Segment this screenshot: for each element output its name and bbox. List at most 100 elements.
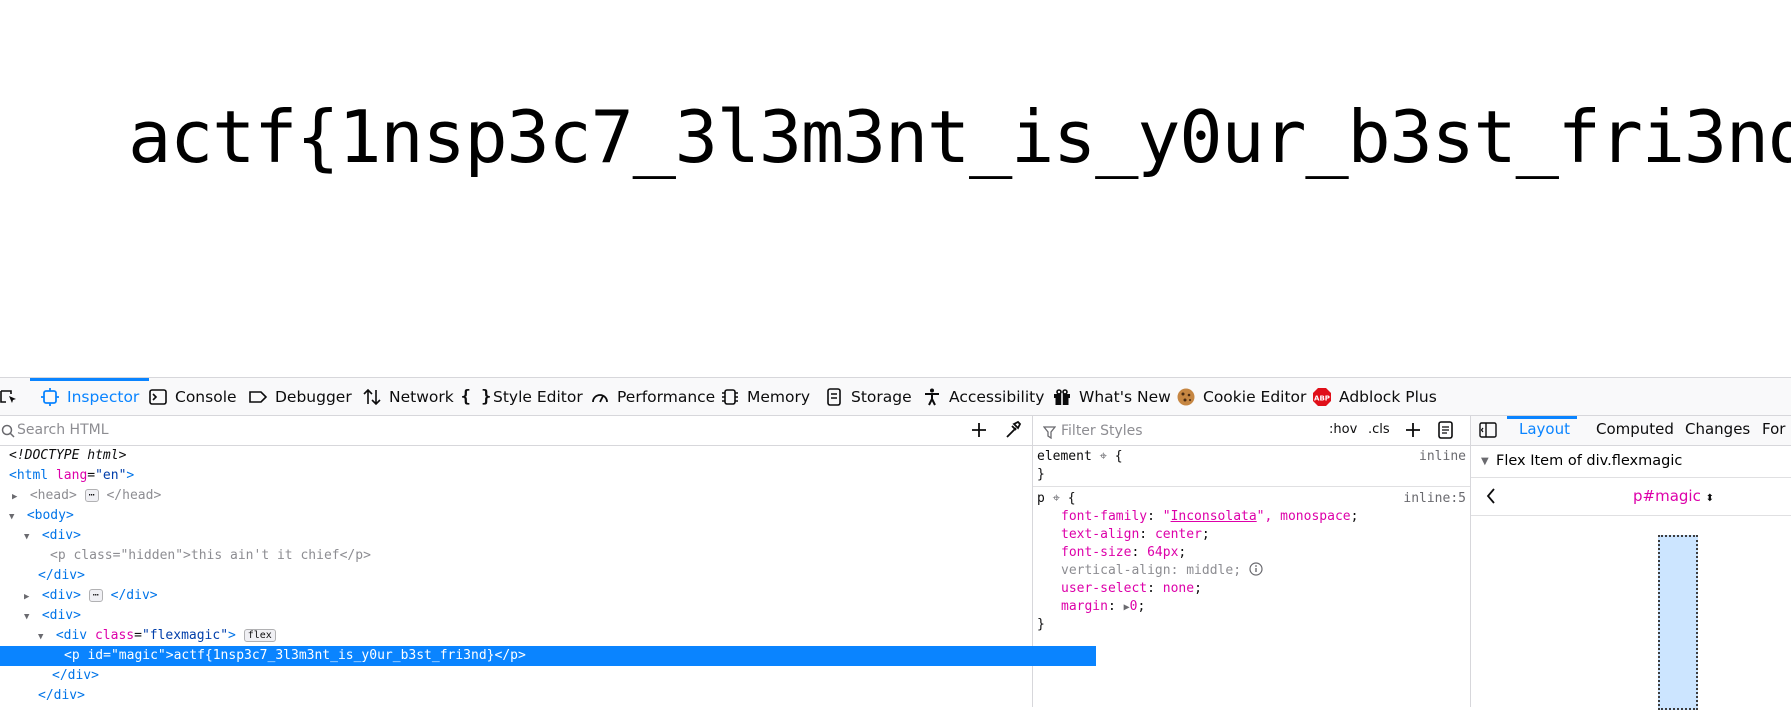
eyedropper-icon[interactable] bbox=[1000, 418, 1026, 442]
collapse-arrow-icon[interactable]: ▼ bbox=[24, 607, 34, 627]
tree-node-div-close[interactable]: </div> bbox=[0, 666, 1084, 686]
tab-computed[interactable]: Computed bbox=[1596, 420, 1674, 438]
node-highlight-icon[interactable]: ⌖ bbox=[1100, 449, 1107, 464]
memory-icon bbox=[720, 387, 740, 407]
info-icon[interactable] bbox=[1249, 562, 1263, 578]
flex-badge[interactable]: flex bbox=[243, 629, 276, 642]
tab-label: Inspector bbox=[67, 387, 140, 406]
tab-label: Memory bbox=[747, 387, 811, 406]
element-picker-button[interactable] bbox=[0, 378, 27, 415]
tab-label: Adblock Plus bbox=[1339, 387, 1437, 406]
markup-panel: Search HTML <!DOCTYPE html> <html lang="… bbox=[0, 416, 1096, 707]
p-rule-source[interactable]: inline:5 bbox=[1403, 490, 1466, 508]
decl-text-align[interactable]: text-align: center; bbox=[1061, 526, 1210, 544]
tab-debugger[interactable]: Debugger bbox=[248, 378, 352, 415]
tree-node-html[interactable]: <html lang="en"> bbox=[0, 466, 1041, 486]
filter-icon bbox=[1042, 424, 1057, 443]
page-content: actf{1nsp3c7_3l3m3nt_is_y0ur_b3st_fri3nd… bbox=[0, 0, 1791, 377]
add-rule-button[interactable] bbox=[1403, 419, 1423, 445]
tab-network[interactable]: Network bbox=[362, 378, 454, 415]
style-editor-icon: { } bbox=[460, 386, 492, 407]
tree-node-div-collapsed[interactable]: ▶ <div> ⋯ </div> bbox=[0, 586, 1056, 606]
tab-style-editor[interactable]: { } Style Editor bbox=[460, 378, 583, 415]
expand-arrow-icon[interactable]: ▶ bbox=[24, 587, 34, 607]
tab-label: Debugger bbox=[275, 387, 352, 406]
tree-node-body[interactable]: ▼ <body> bbox=[0, 506, 1041, 526]
selected-tab-indicator bbox=[1507, 416, 1577, 419]
tab-cookie-editor[interactable]: Cookie Editor bbox=[1176, 378, 1306, 415]
ellipsis-badge[interactable]: ⋯ bbox=[84, 489, 99, 502]
collapse-arrow-icon[interactable]: ▼ bbox=[1481, 446, 1489, 477]
element-rule-source[interactable]: inline bbox=[1419, 448, 1466, 466]
collapse-arrow-icon[interactable]: ▼ bbox=[9, 507, 19, 527]
tab-changes[interactable]: Changes bbox=[1685, 420, 1750, 438]
node-highlight-icon[interactable]: ⌖ bbox=[1053, 491, 1060, 506]
print-media-icon[interactable] bbox=[1437, 420, 1455, 444]
tab-whats-new[interactable]: What's New bbox=[1052, 378, 1171, 415]
collapse-arrow-icon[interactable]: ▼ bbox=[24, 527, 34, 547]
element-rule-selector: element ⌖ { bbox=[1037, 449, 1123, 464]
inspector-icon bbox=[40, 387, 60, 407]
tree-node-flexmagic[interactable]: ▼ <div class="flexmagic"> flex bbox=[0, 626, 1070, 646]
tab-memory[interactable]: Memory bbox=[720, 378, 810, 415]
magic-paragraph: actf{1nsp3c7_3l3m3nt_is_y0ur_b3st_fri3nd… bbox=[128, 95, 1791, 179]
back-chevron-icon[interactable] bbox=[1485, 487, 1497, 509]
tab-storage[interactable]: Storage bbox=[824, 378, 912, 415]
devtools-panel: Inspector Console Debugger Network { } S… bbox=[0, 377, 1791, 710]
tab-fonts[interactable]: For bbox=[1762, 420, 1785, 438]
hover-toggle-button[interactable]: :hov bbox=[1329, 422, 1357, 437]
flex-item-header[interactable]: ▼ Flex Item of div.flexmagic bbox=[1471, 446, 1791, 478]
rules-panel: Filter Styles :hov .cls element ⌖ { inli… bbox=[1033, 416, 1471, 707]
tab-adblock-plus[interactable]: ABP Adblock Plus bbox=[1312, 378, 1437, 415]
rule-close-brace: } bbox=[1037, 467, 1045, 482]
collapse-arrow-icon[interactable]: ▼ bbox=[38, 627, 48, 647]
p-rule-selector: p ⌖ { bbox=[1037, 491, 1076, 506]
tab-label: What's New bbox=[1079, 387, 1171, 406]
search-icon bbox=[1, 423, 15, 442]
tab-layout[interactable]: Layout bbox=[1519, 420, 1570, 438]
tab-label: Cookie Editor bbox=[1203, 387, 1307, 406]
ellipsis-badge[interactable]: ⋯ bbox=[88, 589, 103, 602]
layout-sidebar: Layout Computed Changes For ▼ Flex Item … bbox=[1471, 416, 1791, 710]
add-node-button[interactable] bbox=[966, 418, 992, 442]
decl-user-select[interactable]: user-select: none; bbox=[1061, 580, 1202, 598]
search-html-placeholder: Search HTML bbox=[17, 422, 109, 438]
filter-styles-field[interactable]: Filter Styles :hov .cls bbox=[1033, 416, 1470, 446]
decl-margin[interactable]: margin: ▶0; bbox=[1061, 598, 1145, 616]
markup-tree: <!DOCTYPE html> <html lang="en"> ▶ <head… bbox=[0, 446, 1096, 707]
tree-node-head[interactable]: ▶ <head> ⋯ </head> bbox=[0, 486, 1044, 506]
expand-arrow-icon[interactable]: ▶ bbox=[12, 487, 22, 507]
decl-font-size[interactable]: font-size: 64px; bbox=[1061, 544, 1186, 562]
class-toggle-button[interactable]: .cls bbox=[1368, 422, 1390, 437]
flex-item-diagram bbox=[1658, 535, 1698, 710]
flex-item-title: Flex Item of div.flexmagic bbox=[1496, 453, 1683, 469]
tree-node-magic-p[interactable]: <p id="magic">actf{1nsp3c7_3l3m3nt_is_y0… bbox=[0, 646, 1096, 666]
adblock-plus-icon: ABP bbox=[1312, 387, 1332, 407]
tree-node-div-close[interactable]: </div> bbox=[0, 686, 1070, 706]
debugger-icon bbox=[248, 387, 268, 407]
filter-styles-placeholder: Filter Styles bbox=[1061, 423, 1143, 439]
tab-label: Performance bbox=[617, 387, 716, 406]
element-picker-icon bbox=[0, 387, 20, 407]
flex-item-selector[interactable]: p#magic ⬍ bbox=[1633, 487, 1714, 505]
tab-label: Console bbox=[175, 387, 237, 406]
tree-node-div[interactable]: ▼ <div> bbox=[0, 606, 1056, 626]
accessibility-icon bbox=[922, 387, 942, 407]
search-html-field[interactable]: Search HTML bbox=[0, 416, 1032, 446]
tree-node-div[interactable]: ▼ <div> bbox=[0, 526, 1056, 546]
toggle-sidebar-icon[interactable] bbox=[1479, 422, 1497, 442]
decl-vertical-align[interactable]: vertical-align: middle; bbox=[1061, 562, 1263, 580]
network-icon bbox=[362, 387, 382, 407]
tab-performance[interactable]: Performance bbox=[590, 378, 715, 415]
devtools-toolbar: Inspector Console Debugger Network { } S… bbox=[0, 378, 1791, 416]
sort-arrows-icon: ⬍ bbox=[1705, 493, 1715, 504]
tree-node-div-close[interactable]: </div> bbox=[0, 566, 1070, 586]
tab-label: Accessibility bbox=[949, 387, 1045, 406]
tab-accessibility[interactable]: Accessibility bbox=[922, 378, 1044, 415]
tab-console[interactable]: Console bbox=[148, 378, 237, 415]
tab-inspector[interactable]: Inspector bbox=[30, 378, 150, 415]
decl-font-family[interactable]: font-family: "Inconsolata", monospace; bbox=[1061, 508, 1358, 526]
storage-icon bbox=[824, 387, 844, 407]
tree-node-hidden-p[interactable]: <p class="hidden">this ain't it chief</p… bbox=[0, 546, 1082, 566]
tree-node-doctype[interactable]: <!DOCTYPE html> bbox=[0, 446, 1041, 466]
